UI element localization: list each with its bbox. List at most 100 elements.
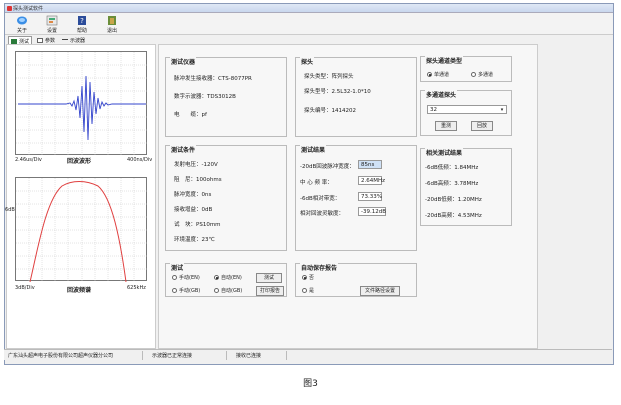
spectrum-title: 回波频谱 <box>67 287 92 294</box>
exit-icon <box>108 16 116 25</box>
wave-left-label: 2.46us/Div <box>15 157 42 163</box>
channel-select[interactable]: 32 ▾ <box>427 105 507 114</box>
probe-row: 探头型号：2.5L32-1.0*10 <box>304 89 371 95</box>
instrument-title: 测试仪器 <box>170 57 197 66</box>
related-row: -6dB高频：3.78MHz <box>425 181 479 187</box>
spectrum-plot <box>15 177 148 282</box>
probe-row: 探头类型：阵列探头 <box>304 74 354 80</box>
about-label: 关于 <box>16 28 27 34</box>
radio-circle <box>214 288 219 293</box>
autosave-yes-radio[interactable]: 是 <box>302 287 314 294</box>
spectrum-right-label: 625kHz <box>127 285 146 291</box>
result-label: 相对回波灵敏度： <box>300 211 345 217</box>
sensitivity-field[interactable]: -39.12dB <box>358 207 386 216</box>
settings-label: 设置 <box>46 28 57 34</box>
results-title: 测试结果 <box>300 145 327 154</box>
status-divider <box>142 351 143 360</box>
help-icon: ? <box>78 16 86 25</box>
wave-right-label: 400ns/Div <box>127 157 153 163</box>
autosave-group: 自动保存报告 否 是 文件路径设置 <box>295 263 417 297</box>
exit-label: 退出 <box>106 28 117 34</box>
status-device: 接收已连接 <box>236 353 262 359</box>
radio-circle <box>172 275 177 280</box>
multi-channel-radio[interactable]: 多通道 <box>471 71 493 78</box>
result-label: 中 心 频 率： <box>300 180 333 186</box>
condition-row: 发射电压：-120V <box>174 162 218 168</box>
echo-pulse-width-field[interactable]: 85ns <box>358 160 382 169</box>
related-row: -20dB高频：4.53MHz <box>425 213 482 219</box>
spectrum-y-label: 6dB <box>5 207 15 213</box>
manual-gb-radio[interactable]: 手动(GB) <box>172 287 200 294</box>
plot-panel: 2.46us/Div 回波波形 400ns/Div 6dB 3dB/Div 回波… <box>5 44 156 349</box>
status-bar: 广东汕头超声电子股份有限公司超声仪器分公司 示波器已正常连接 接收已连接 <box>4 349 612 360</box>
instrument-group: 测试仪器 脉冲发生接收器：CTS-8077PR 数字示波器：TDS3012B 电… <box>165 57 287 137</box>
probe-group: 探头 探头类型：阵列探头 探头型号：2.5L32-1.0*10 探头编号：141… <box>295 57 417 137</box>
center-frequency-field[interactable]: 2.64MHz <box>358 176 385 185</box>
autosave-no-radio[interactable]: 否 <box>302 274 314 281</box>
radio-circle <box>427 72 432 77</box>
manual-en-radio[interactable]: 手动(EN) <box>172 274 200 281</box>
print-report-button[interactable]: 打印报告 <box>256 286 284 296</box>
test-group: 测试 手动(EN) 自动(EN) 测试 手动(GB) 自动(GB) 打印报告 <box>165 263 287 297</box>
parameter-icon <box>37 38 43 43</box>
help-button[interactable]: ? 帮助 <box>68 14 96 34</box>
related-row: -20dB低频：1.20MHz <box>425 197 482 203</box>
related-group: 相关测试结果 -6dB低频：1.84MHz -6dB高频：3.78MHz -20… <box>420 148 512 226</box>
settings-button[interactable]: 设置 <box>38 14 66 34</box>
auto-en-label: 自动(EN) <box>221 275 242 281</box>
auto-gb-radio[interactable]: 自动(GB) <box>214 287 242 294</box>
manual-gb-label: 手动(GB) <box>179 288 201 294</box>
radio-circle <box>172 288 177 293</box>
related-title: 相关测试结果 <box>425 148 464 157</box>
condition-row: 脉冲宽度：0ns <box>174 192 212 198</box>
right-panel: 探头通道类型 单通道 多通道 多通道探头 32 ▾ 重测 回放 相关测试结果 -… <box>420 54 538 354</box>
oscilloscope-icon <box>62 39 68 42</box>
conditions-group: 测试条件 发射电压：-120V 阻 尼：100ohms 脉冲宽度：0ns 接收增… <box>165 145 287 251</box>
auto-en-radio[interactable]: 自动(EN) <box>214 274 242 281</box>
app-icon <box>7 6 12 11</box>
result-label: -6dB相对带宽： <box>300 196 341 202</box>
instrument-row: 数字示波器：TDS3012B <box>174 94 236 100</box>
bandwidth-field[interactable]: 73.33% <box>358 192 382 201</box>
channel-type-title: 探头通道类型 <box>425 56 464 65</box>
channel-select-value: 32 <box>430 107 437 113</box>
exit-button[interactable]: 退出 <box>98 14 126 34</box>
probe-title: 探头 <box>300 57 315 66</box>
toolbar: 关于 设置 ? 帮助 退出 <box>5 13 613 35</box>
condition-row: 试 块：PS10mm <box>174 222 221 228</box>
autosave-title: 自动保存报告 <box>300 263 339 272</box>
conditions-title: 测试条件 <box>170 145 197 154</box>
status-scope: 示波器已正常连接 <box>152 353 193 359</box>
file-path-button[interactable]: 文件路径设置 <box>360 286 400 296</box>
test-button[interactable]: 测试 <box>256 273 282 283</box>
related-row: -6dB低频：1.84MHz <box>425 165 479 171</box>
probe-row: 探头编号：1414202 <box>304 108 357 114</box>
single-channel-radio[interactable]: 单通道 <box>427 71 449 78</box>
test-title: 测试 <box>170 263 185 272</box>
tab-parameter-label: 参数 <box>45 38 56 44</box>
autosave-yes-label: 是 <box>309 288 315 294</box>
waveform-graph <box>16 52 148 156</box>
results-group: 测试结果 -20dB回波脉冲宽度： 85ns 中 心 频 率： 2.64MHz … <box>295 145 417 251</box>
help-label: 帮助 <box>76 28 87 34</box>
spectrum-graph <box>16 178 148 282</box>
settings-icon <box>46 15 58 26</box>
condition-row: 阻 尼：100ohms <box>174 177 222 183</box>
status-divider <box>226 351 227 360</box>
auto-gb-label: 自动(GB) <box>221 288 243 294</box>
tab-oscilloscope-label: 示波器 <box>70 38 86 44</box>
about-button[interactable]: 关于 <box>8 14 36 34</box>
test-icon <box>11 38 17 44</box>
single-channel-label: 单通道 <box>434 72 450 78</box>
retest-button[interactable]: 重测 <box>435 121 457 131</box>
about-icon <box>17 16 27 25</box>
result-label: -20dB回波脉冲宽度： <box>300 164 355 170</box>
playback-button[interactable]: 回放 <box>471 121 493 131</box>
manual-en-label: 手动(EN) <box>179 275 200 281</box>
status-company: 广东汕头超声电子股份有限公司超声仪器分公司 <box>8 353 114 359</box>
multi-channel-label: 多通道 <box>478 72 494 78</box>
svg-text:?: ? <box>80 17 84 25</box>
wave-title: 回波波形 <box>67 158 92 165</box>
channel-type-group: 探头通道类型 单通道 多通道 <box>420 56 512 82</box>
chevron-down-icon: ▾ <box>500 107 504 113</box>
